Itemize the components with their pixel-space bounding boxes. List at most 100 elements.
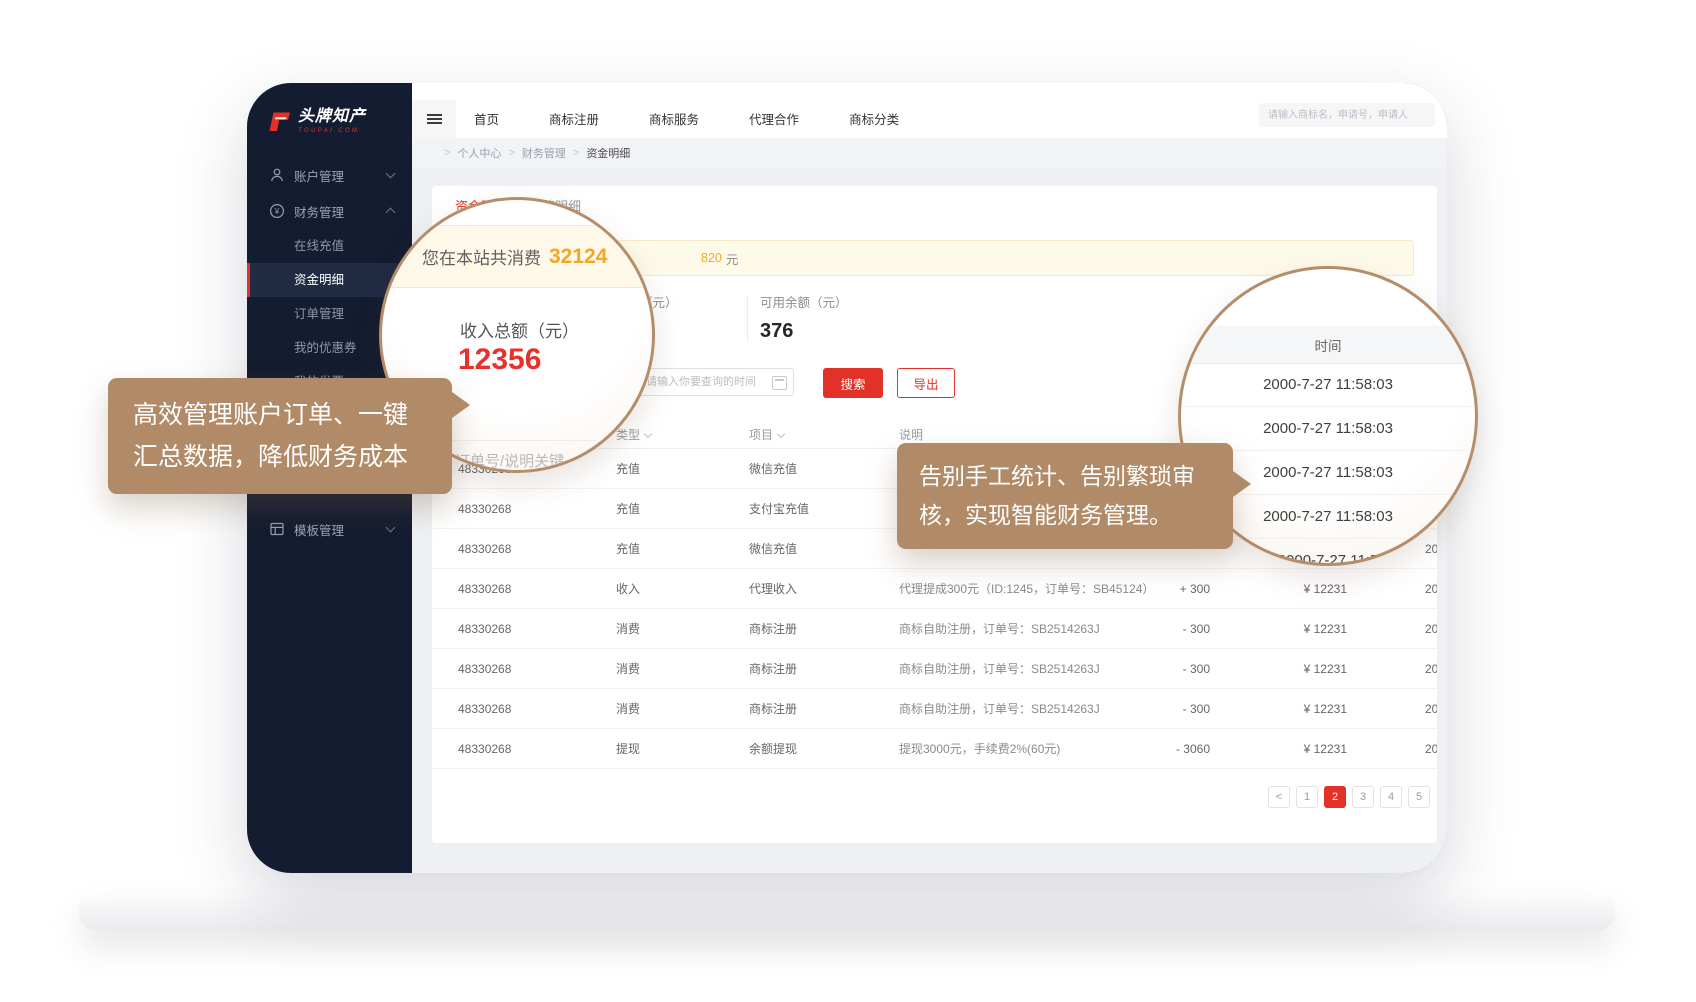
- logo-title: 头牌知产: [298, 109, 366, 125]
- user-icon: [269, 167, 285, 183]
- cell-amount: - 3060: [1113, 742, 1210, 756]
- cell-project: 代理收入: [723, 580, 873, 597]
- header-desc: 说明: [873, 426, 1113, 443]
- svg-text:¥: ¥: [274, 207, 280, 216]
- header-project-sort[interactable]: 项目: [723, 426, 873, 443]
- cell-order: 48330268: [432, 542, 590, 556]
- finance-icon: ¥: [269, 203, 285, 219]
- cell-amount: - 300: [1113, 622, 1210, 636]
- app-logo[interactable]: 头牌知产 TOUPAI.COM: [247, 83, 412, 157]
- page: 头牌知产 TOUPAI.COM 账户管理 ¥ 财务管理: [0, 0, 1696, 1002]
- table-row: 48330268 消费 商标注册 商标自助注册，订单号：SB2514263J -…: [432, 609, 1437, 649]
- pagination-page-button[interactable]: 5: [1408, 786, 1430, 808]
- sidebar-item-account[interactable]: 账户管理: [247, 157, 412, 193]
- callout-left-text: 高效管理账户订单、一键汇总数据，降低财务成本: [133, 401, 408, 471]
- cell-time: 2000-7-27 11:58:03: [1347, 702, 1437, 716]
- cell-desc: 商标自助注册，订单号：SB2514263J: [873, 620, 1113, 637]
- topnav-item[interactable]: 商标注册: [549, 109, 599, 128]
- cell-type: 消费: [590, 660, 723, 677]
- cell-time: 2000-7-27 11:58:03: [1347, 582, 1437, 596]
- topnav-item[interactable]: 代理合作: [749, 109, 799, 128]
- pagination-page-button[interactable]: 4: [1380, 786, 1402, 808]
- cell-order: 48330268: [432, 702, 590, 716]
- logo-icon: [267, 111, 291, 137]
- breadcrumb-separator: >: [444, 147, 450, 159]
- cell-type: 提现: [590, 740, 723, 757]
- date-input[interactable]: [636, 368, 794, 396]
- topnav: 首页 商标注册 商标服务 代理合作 商标分类: [474, 109, 899, 128]
- cell-project: 商标注册: [723, 660, 873, 677]
- pagination-page-button[interactable]: 3: [1352, 786, 1374, 808]
- breadcrumb-item[interactable]: > 资金明细: [566, 145, 630, 161]
- callout-left: 高效管理账户订单、一键汇总数据，降低财务成本: [108, 378, 452, 494]
- sidebar-item-label: 财务管理: [294, 202, 344, 221]
- topnav-item[interactable]: 首页: [474, 109, 499, 128]
- cell-order: 48330268: [432, 502, 590, 516]
- search-button[interactable]: 搜索: [823, 368, 883, 398]
- chevron-down-icon: [386, 523, 396, 533]
- trademark-search-input[interactable]: [1259, 103, 1435, 127]
- cell-desc: 代理提成300元（ID:1245，订单号：SB45124）: [873, 580, 1113, 597]
- lens-time-row: 2000-7-27 11:58:03: [1178, 363, 1478, 407]
- callout-arrow-icon: [452, 392, 470, 418]
- cell-time: 2000-7-27 11:58:03: [1347, 622, 1437, 636]
- chevron-up-icon: [386, 208, 396, 218]
- cell-time: 2000-7-27 11:58:03: [1347, 742, 1437, 756]
- pagination: < 12345: [1268, 786, 1430, 808]
- topbar: 首页 商标注册 商标服务 代理合作 商标分类: [412, 83, 1447, 138]
- cell-project: 支付宝充值: [723, 500, 873, 517]
- sidebar-item-label: 账户管理: [294, 166, 344, 185]
- sidebar-item-finance[interactable]: ¥ 财务管理: [247, 193, 412, 229]
- cell-project: 微信充值: [723, 460, 873, 477]
- sort-caret-icon: [644, 429, 652, 437]
- cell-type: 充值: [590, 500, 723, 517]
- cell-time: 2000-7-27 11:58:03: [1347, 662, 1437, 676]
- callout-right-text: 告别手工统计、告别繁琐审核，实现智能财务管理。: [919, 463, 1195, 528]
- sidebar-item-label: 模板管理: [294, 520, 344, 539]
- cell-balance: ¥ 12231: [1210, 622, 1347, 636]
- cell-amount: - 300: [1113, 702, 1210, 716]
- breadcrumb-item[interactable]: > 财务管理: [501, 145, 565, 161]
- cell-type: 消费: [590, 700, 723, 717]
- breadcrumb-separator: >: [573, 147, 579, 159]
- breadcrumb-separator: >: [508, 147, 514, 159]
- laptop-base: [79, 897, 1615, 931]
- hamburger-icon: [427, 112, 442, 125]
- cell-type: 充值: [590, 460, 723, 477]
- cell-type: 消费: [590, 620, 723, 637]
- cell-balance: ¥ 12231: [1210, 662, 1347, 676]
- logo-caption: TOUPAI.COM: [298, 128, 366, 134]
- cell-type: 充值: [590, 540, 723, 557]
- cell-project: 商标注册: [723, 700, 873, 717]
- lens-income-value: 12356: [458, 343, 541, 377]
- sidebar-item-template[interactable]: 模板管理: [247, 511, 412, 547]
- menu-toggle-button[interactable]: [412, 100, 456, 138]
- cell-project: 商标注册: [723, 620, 873, 637]
- cell-desc: 商标自助注册，订单号：SB2514263J: [873, 660, 1113, 677]
- template-icon: [269, 521, 285, 537]
- pagination-page-button[interactable]: 2: [1324, 786, 1346, 808]
- cell-order: 48330268: [432, 622, 590, 636]
- export-button[interactable]: 导出: [897, 368, 955, 398]
- topnav-item[interactable]: 商标分类: [849, 109, 899, 128]
- stat-divider: [747, 295, 748, 341]
- cell-order: 48330268: [432, 582, 590, 596]
- pagination-page-button[interactable]: 1: [1296, 786, 1318, 808]
- table-row: 48330268 消费 商标注册 商标自助注册，订单号：SB2514263J -…: [432, 689, 1437, 729]
- table-row: 48330268 收入 代理收入 代理提成300元（ID:1245，订单号：SB…: [432, 569, 1437, 609]
- topnav-item[interactable]: 商标服务: [649, 109, 699, 128]
- pagination-pages: 12345: [1296, 786, 1430, 808]
- stat-balance: 可用余额（元） 376: [760, 292, 848, 343]
- sort-caret-icon: [777, 429, 785, 437]
- table-row: 48330268 提现 余额提现 提现3000元，手续费2%(60元) - 30…: [432, 729, 1437, 769]
- pagination-prev-button[interactable]: <: [1268, 786, 1290, 808]
- table-row: 48330268 消费 商标注册 商标自助注册，订单号：SB2514263J -…: [432, 649, 1437, 689]
- lens-banner: 您在本站共消费 32124: [379, 225, 655, 288]
- cell-type: 收入: [590, 580, 723, 597]
- cell-desc: 商标自助注册，订单号：SB2514263J: [873, 700, 1113, 717]
- cell-project: 余额提现: [723, 740, 873, 757]
- breadcrumb-item[interactable]: > 个人中心: [437, 145, 501, 161]
- calendar-icon[interactable]: [772, 376, 787, 390]
- banner-amount-tail: 820 元: [701, 241, 738, 275]
- callout-arrow-icon: [1233, 471, 1251, 497]
